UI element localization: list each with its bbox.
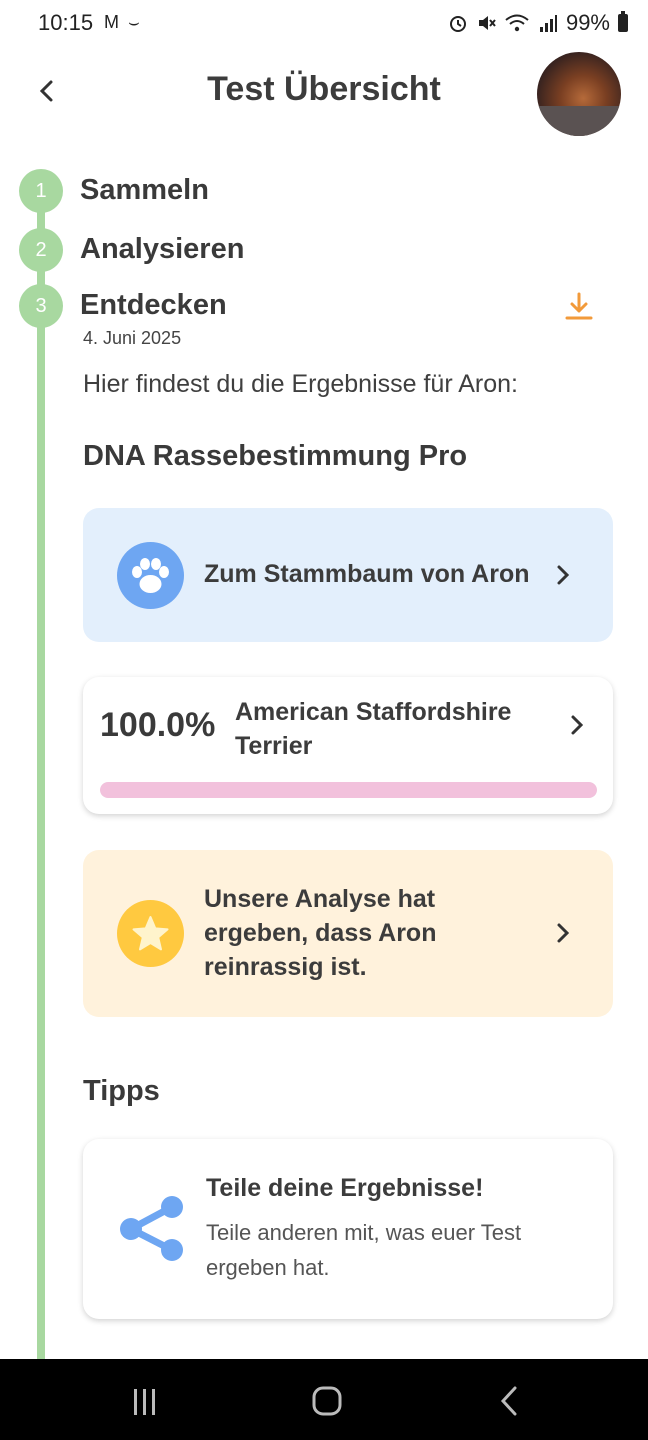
breed-progress-fill [100,782,597,798]
signal-icon [539,15,557,32]
result-date: 4. Juni 2025 [83,328,182,348]
status-time: 10:15 [38,10,94,35]
step-3-label: Entdecken [80,289,227,321]
tips-title: Tipps [83,1075,160,1107]
star-icon [117,900,184,967]
home-icon [312,1386,342,1416]
step-2-label: Analysieren [80,233,245,265]
system-nav-bar [0,1359,648,1440]
download-button[interactable] [562,290,596,324]
share-icon [115,1192,189,1266]
battery-percent: 99% [565,10,610,35]
status-right: 99% [448,10,628,36]
step-1-label: Sammeln [80,174,209,206]
breed-name: American Staffordshire Terrier [235,698,512,760]
avatar[interactable] [537,52,621,136]
system-back-button[interactable] [495,1385,525,1422]
timeline-line [37,190,45,1360]
chevron-right-icon [553,920,573,953]
mute-icon [478,16,496,30]
paw-icon [117,542,184,609]
status-bar: 10:15 M ⌣ 99% [0,0,648,48]
recent-apps-button[interactable] [130,1387,160,1422]
download-icon [565,292,593,320]
step-3-number: 3 [19,284,63,328]
battery-icon [618,11,628,32]
breed-progress-bar [100,782,597,798]
chevron-right-icon [567,712,587,745]
pedigree-link-label: Zum Stammbaum von Aron [204,560,530,588]
section-title-dna: DNA Rassebestimmung Pro [83,440,468,472]
back-arrow-icon [500,1386,517,1416]
purebred-text: Unsere Analyse hat ergeben, dass Aron re… [204,885,437,981]
alarm-icon [449,16,466,32]
recent-apps-icon [134,1389,155,1415]
avatar-background [537,106,621,136]
notification-icons: M ⌣ [104,12,142,32]
step-1-number: 1 [19,169,63,213]
results-intro: Hier findest du die Ergebnisse für Aron: [83,370,518,398]
step-2-number: 2 [19,228,63,272]
chevron-right-icon [553,562,573,595]
share-tip-title: Teile deine Ergebnisse! [206,1174,484,1202]
home-button[interactable] [311,1385,343,1422]
breed-percent: 100.0% [100,706,216,744]
wifi-icon [505,14,529,32]
share-tip-description: Teile anderen mit, was euer Test ergeben… [206,1220,522,1280]
